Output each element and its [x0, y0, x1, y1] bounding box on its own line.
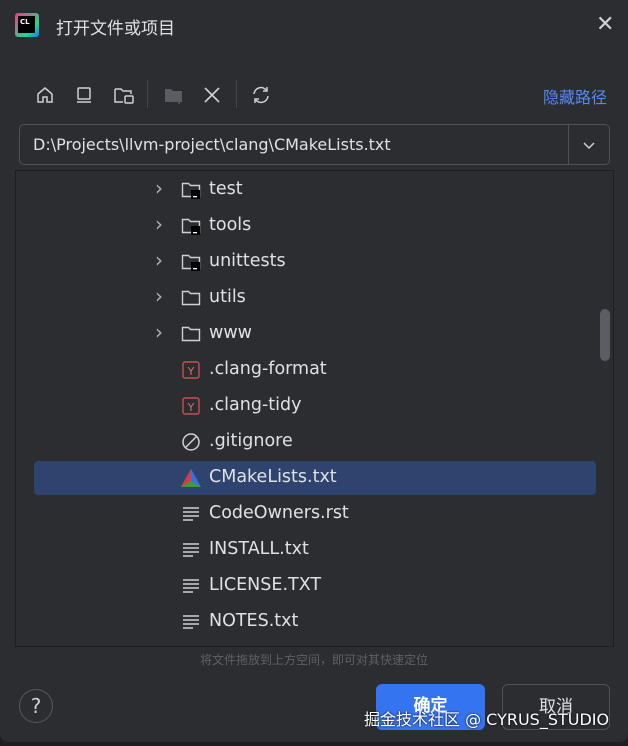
file-tree-item-label: utils: [209, 287, 246, 307]
refresh-icon[interactable]: [247, 82, 275, 108]
file-tree-item[interactable]: › utils: [34, 281, 596, 315]
text-icon: [181, 577, 201, 595]
file-tree-item[interactable]: CodeOwners.rst: [34, 497, 596, 531]
module-folder-icon: [181, 217, 201, 235]
path-input[interactable]: D:\Projects\llvm-project\clang\CMakeList…: [19, 124, 610, 165]
file-tree-item-label: LICENSE.TXT: [209, 575, 322, 595]
svg-text:Y: Y: [187, 365, 195, 378]
ignore-icon: [181, 433, 201, 451]
clion-logo-icon: CL: [15, 13, 39, 37]
file-tree-item-label: .clang-tidy: [209, 395, 302, 415]
home-icon[interactable]: [31, 82, 59, 108]
new-folder-icon[interactable]: [160, 82, 188, 108]
chevron-right-icon[interactable]: ›: [155, 212, 163, 236]
file-tree-item-label: tools: [209, 215, 252, 235]
chevron-right-icon[interactable]: ›: [155, 320, 163, 344]
cmake-icon: [181, 469, 201, 487]
help-button[interactable]: ?: [19, 689, 53, 723]
file-tree-item[interactable]: NOTES.txt: [34, 605, 596, 639]
path-value[interactable]: D:\Projects\llvm-project\clang\CMakeList…: [33, 135, 391, 154]
close-icon[interactable]: ✕: [596, 12, 614, 37]
chevron-down-icon: [583, 141, 595, 149]
toolbar-divider: [147, 80, 148, 108]
file-tree-item-label: CodeOwners.rst: [209, 503, 349, 523]
yaml-icon: Y: [181, 361, 201, 379]
module-folder-icon: [181, 253, 201, 271]
dialog-title: 打开文件或项目: [56, 19, 175, 39]
folder-icon: [181, 289, 201, 307]
text-icon: [181, 505, 201, 523]
file-tree-item[interactable]: INSTALL.txt: [34, 533, 596, 567]
folder-icon: [181, 325, 201, 343]
file-tree-item[interactable]: LICENSE.TXT: [34, 569, 596, 603]
project-folder-icon[interactable]: [110, 82, 138, 108]
file-tree-item-label: test: [209, 179, 243, 199]
svg-text:Y: Y: [187, 401, 195, 414]
file-tree-item-label: CMakeLists.txt: [209, 467, 337, 487]
chevron-right-icon[interactable]: ›: [155, 284, 163, 308]
chevron-right-icon[interactable]: ›: [155, 248, 163, 272]
desktop-icon[interactable]: [70, 82, 98, 108]
file-tree-item[interactable]: Y .clang-format: [34, 353, 596, 387]
file-tree-item[interactable]: › test: [34, 173, 596, 207]
hide-path-link[interactable]: 隐藏路径: [543, 84, 607, 108]
file-tree-item[interactable]: › unittests: [34, 245, 596, 279]
file-tree-item-label: .gitignore: [209, 431, 293, 451]
delete-icon[interactable]: [198, 82, 226, 108]
open-file-dialog: CL 打开文件或项目 ✕ 隐藏路径 D:\Projects\llvm-proje…: [0, 0, 628, 742]
chevron-right-icon[interactable]: ›: [155, 176, 163, 200]
file-tree-item-label: unittests: [209, 251, 286, 271]
file-tree-item[interactable]: › tools: [34, 209, 596, 243]
watermark: 掘金技术社区 @ CYRUS_STUDIO: [364, 710, 610, 729]
drag-drop-hint: 将文件拖放到上方空间，即可对其快速定位: [199, 653, 428, 667]
file-tree-item[interactable]: › www: [34, 317, 596, 351]
path-history-dropdown[interactable]: [568, 125, 609, 164]
file-tree-item-label: INSTALL.txt: [209, 539, 309, 559]
file-tree-item-label: www: [209, 323, 252, 343]
file-tree-item[interactable]: Y .clang-tidy: [34, 389, 596, 423]
yaml-icon: Y: [181, 397, 201, 415]
file-tree[interactable]: › test › tools › unittests › utils › www Y .clang-f…: [15, 170, 614, 647]
file-tree-item-label: .clang-format: [209, 359, 327, 379]
file-tree-item[interactable]: CMakeLists.txt: [34, 461, 596, 495]
text-icon: [181, 613, 201, 631]
toolbar-divider: [236, 80, 237, 108]
text-icon: [181, 541, 201, 559]
module-folder-icon: [181, 181, 201, 199]
file-tree-item[interactable]: .gitignore: [34, 425, 596, 459]
file-tree-item-label: NOTES.txt: [209, 611, 299, 631]
scrollbar-thumb[interactable]: [600, 309, 610, 361]
